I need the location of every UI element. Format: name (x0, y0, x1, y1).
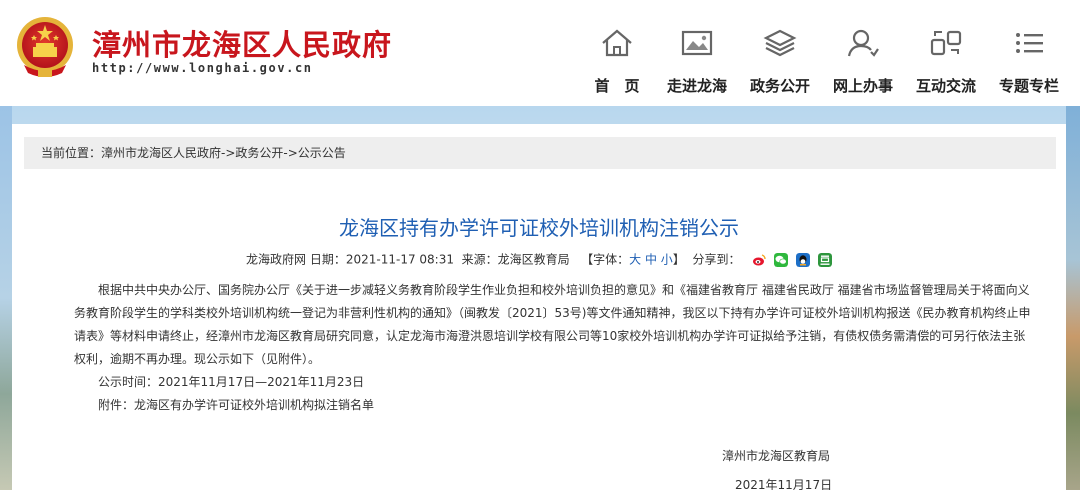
font-size-large[interactable]: 大 (629, 253, 641, 267)
nav-item-home[interactable]: 首 页 (575, 24, 659, 100)
signature-block: 漳州市龙海区教育局 2021年11月17日 (722, 442, 832, 490)
font-label-close: 】 (672, 252, 685, 267)
nav-label: 首 页 (594, 77, 640, 95)
meta-date: 日期：2021-11-17 08:31 (309, 252, 454, 267)
nav-item-gov-affairs[interactable]: 政务公开 (738, 24, 822, 100)
share-icons (748, 251, 832, 269)
nav-label: 政务公开 (749, 77, 810, 95)
site-title[interactable]: 漳州市龙海区人民政府 (92, 22, 392, 64)
attachment-link[interactable]: 附件：龙海区有办学许可证校外培训机构拟注销名单 (74, 394, 1034, 417)
nav-item-about[interactable]: 走进龙海 (655, 24, 739, 100)
background-photo-left (0, 106, 12, 490)
gallery-icon (681, 30, 713, 56)
article-body: 根据中共中央办公厅、国务院办公厅《关于进一步减轻义务教育阶段学生作业负担和校外培… (74, 279, 1034, 417)
interaction-icon (930, 30, 962, 56)
nav-item-special-topics[interactable]: 专题专栏 (987, 24, 1071, 100)
national-emblem-icon[interactable] (14, 15, 76, 81)
main-nav: 首 页 走进龙海 政务公开 网上办事 互动交流 专题专栏 (575, 0, 1080, 106)
nav-item-online-service[interactable]: 网上办事 (821, 24, 905, 100)
meta-origin: 来源：龙海区教育局 (461, 252, 570, 267)
nav-label: 互动交流 (915, 77, 976, 95)
nav-label: 网上办事 (832, 77, 893, 95)
font-size-small[interactable]: 小 (661, 253, 673, 267)
site-header: 漳州市龙海区人民政府 http://www.longhai.gov.cn 首 页… (0, 0, 1080, 106)
font-size-medium[interactable]: 中 (645, 253, 657, 267)
site-url[interactable]: http://www.longhai.gov.cn (92, 61, 313, 75)
background-photo-right (1066, 106, 1080, 490)
meta-source-site: 龙海政府网 (246, 252, 307, 267)
article-card: 当前位置：漳州市龙海区人民政府->政务公开->公示公告 龙海区持有办学许可证校外… (12, 124, 1066, 490)
breadcrumb[interactable]: 当前位置：漳州市龙海区人民政府->政务公开->公示公告 (24, 137, 1056, 169)
font-label-open: 【字体： (581, 252, 630, 267)
weibo-icon[interactable] (752, 253, 767, 267)
user-service-icon (847, 29, 879, 57)
wechat-icon[interactable] (774, 253, 789, 267)
layers-icon (763, 29, 797, 57)
sign-date: 2021年11月17日 (735, 478, 833, 490)
share-label: 分享到： (692, 252, 741, 267)
nav-label: 走进龙海 (666, 77, 727, 95)
signer: 漳州市龙海区教育局 (722, 449, 831, 463)
list-icon (1016, 33, 1043, 53)
article-paragraph: 根据中共中央办公厅、国务院办公厅《关于进一步减轻义务教育阶段学生作业负担和校外培… (74, 283, 1031, 366)
publicity-period: 公示时间：2021年11月17日—2021年11月23日 (98, 375, 365, 389)
article-title: 龙海区持有办学许可证校外培训机构注销公示 (339, 216, 739, 240)
nav-label: 专题专栏 (998, 77, 1059, 95)
douban-icon[interactable] (817, 253, 832, 267)
home-icon (602, 29, 632, 57)
qq-icon[interactable] (795, 253, 810, 267)
nav-item-interaction[interactable]: 互动交流 (904, 24, 988, 100)
article-meta: 龙海政府网 日期：2021-11-17 08:31 来源：龙海区教育局 【字体：… (246, 250, 832, 268)
